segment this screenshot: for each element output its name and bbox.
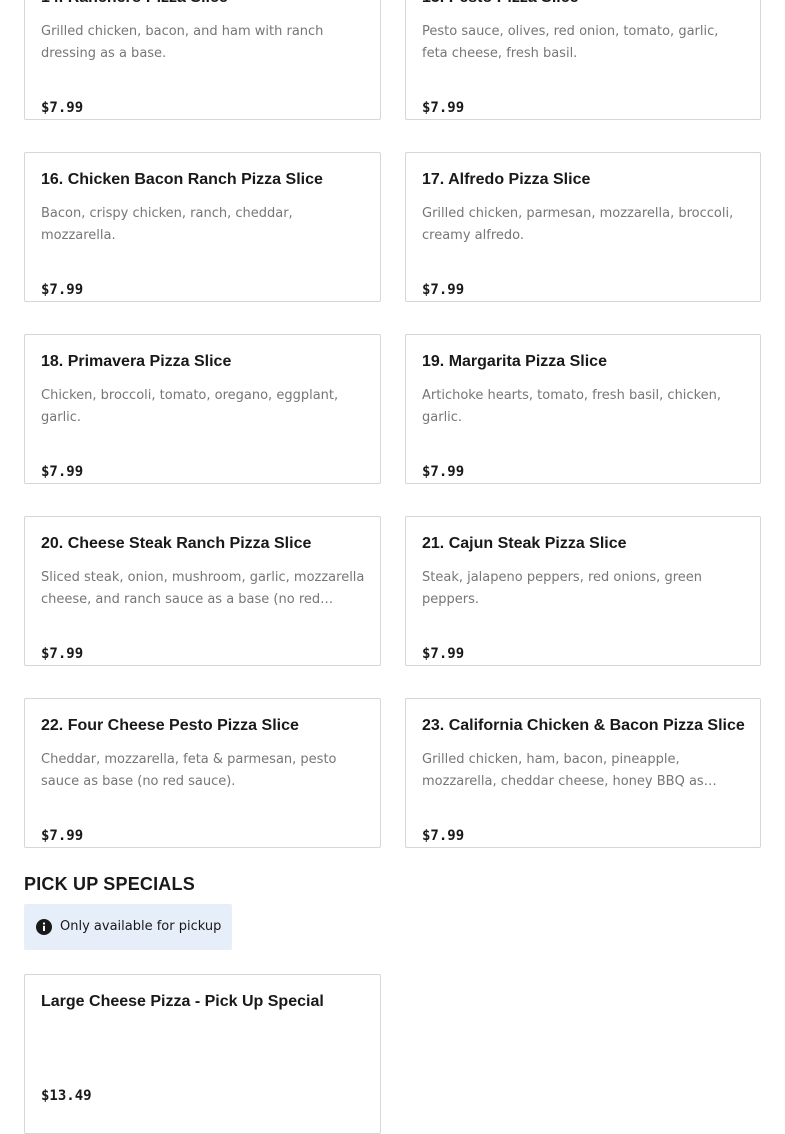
menu-item-price: $7.99 bbox=[41, 100, 84, 116]
menu-item-price: $7.99 bbox=[422, 646, 465, 662]
menu-item-price: $13.49 bbox=[41, 1088, 92, 1104]
menu-item-description: Artichoke hearts, tomato, fresh basil, c… bbox=[422, 388, 721, 425]
menu-item-name: 16. Chicken Bacon Ranch Pizza Slice bbox=[41, 171, 323, 188]
menu-item-price: $7.99 bbox=[41, 646, 84, 662]
menu-item-name: 14. Ranchero Pizza Slice bbox=[41, 0, 368, 9]
menu-item-price: $7.99 bbox=[422, 100, 465, 116]
menu-item-card[interactable]: 21. Cajun Steak Pizza Slice Steak, jalap… bbox=[405, 516, 761, 666]
menu-item-price: $7.99 bbox=[422, 828, 465, 844]
menu-item-price: $7.99 bbox=[41, 464, 84, 480]
menu-item-card[interactable]: 16. Chicken Bacon Ranch Pizza Slice Baco… bbox=[24, 152, 381, 302]
menu-item-description: Chicken, broccoli, tomato, oregano, eggp… bbox=[41, 388, 339, 425]
menu-item-description: Pesto sauce, olives, red onion, tomato, … bbox=[422, 24, 719, 61]
menu-item-description: Sliced steak, onion, mushroom, garlic, m… bbox=[41, 570, 365, 607]
menu-item-card[interactable]: 22. Four Cheese Pesto Pizza Slice Chedda… bbox=[24, 698, 381, 848]
menu-item-card[interactable]: 18. Primavera Pizza Slice Chicken, brocc… bbox=[24, 334, 381, 484]
menu-item-name: 23. California Chicken & Bacon Pizza Sli… bbox=[422, 717, 745, 734]
menu-item-price: $7.99 bbox=[422, 464, 465, 480]
menu-item-name: 22. Four Cheese Pesto Pizza Slice bbox=[41, 717, 299, 734]
menu-item-name: Large Cheese Pizza - Pick Up Special bbox=[41, 993, 324, 1010]
pickup-notice-text: Only available for pickup bbox=[60, 919, 222, 934]
menu-item-name: 15. Pesto Pizza Slice bbox=[422, 0, 748, 9]
menu-section: 14. Ranchero Pizza Slice Grilled chicken… bbox=[0, 0, 785, 1134]
info-icon bbox=[36, 919, 52, 935]
menu-item-description: Grilled chicken, ham, bacon, pineapple, … bbox=[422, 752, 704, 789]
menu-item-card[interactable]: 23. California Chicken & Bacon Pizza Sli… bbox=[405, 698, 761, 848]
pickup-notice-banner: Only available for pickup bbox=[24, 904, 232, 950]
menu-item-description: Grilled chicken, parmesan, mozzarella, b… bbox=[422, 206, 734, 243]
menu-item-price: $7.99 bbox=[41, 828, 84, 844]
menu-item-description: Steak, jalapeno peppers, red onions, gre… bbox=[422, 570, 702, 607]
menu-item-card[interactable]: 17. Alfredo Pizza Slice Grilled chicken,… bbox=[405, 152, 761, 302]
menu-item-price: $7.99 bbox=[422, 282, 465, 298]
menu-item-card[interactable]: 14. Ranchero Pizza Slice Grilled chicken… bbox=[24, 0, 381, 120]
menu-item-name: 19. Margarita Pizza Slice bbox=[422, 353, 607, 370]
menu-item-price: $7.99 bbox=[41, 282, 84, 298]
menu-item-card[interactable]: 19. Margarita Pizza Slice Artichoke hear… bbox=[405, 334, 761, 484]
menu-item-card[interactable]: 15. Pesto Pizza Slice Pesto sauce, olive… bbox=[405, 0, 761, 120]
section-title-pickup-specials: PICK UP SPECIALS bbox=[24, 874, 195, 894]
menu-item-description: Cheddar, mozzarella, feta & parmesan, pe… bbox=[41, 752, 337, 789]
menu-item-name: 17. Alfredo Pizza Slice bbox=[422, 171, 591, 188]
menu-item-description: Bacon, crispy chicken, ranch, cheddar, m… bbox=[41, 206, 293, 243]
menu-item-name: 21. Cajun Steak Pizza Slice bbox=[422, 535, 627, 552]
menu-item-card[interactable]: Large Cheese Pizza - Pick Up Special $13… bbox=[24, 974, 381, 1134]
menu-item-name: 18. Primavera Pizza Slice bbox=[41, 353, 232, 370]
menu-item-name: 20. Cheese Steak Ranch Pizza Slice bbox=[41, 535, 312, 552]
menu-item-card[interactable]: 20. Cheese Steak Ranch Pizza Slice Slice… bbox=[24, 516, 381, 666]
menu-item-description: Grilled chicken, bacon, and ham with ran… bbox=[41, 24, 324, 61]
